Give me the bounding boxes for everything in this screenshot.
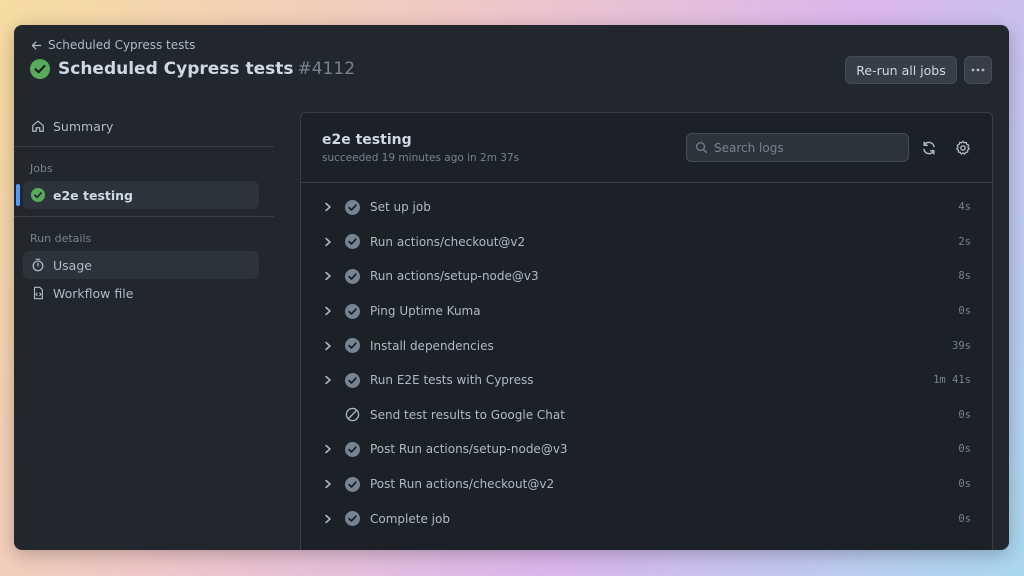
- sidebar-divider: [14, 216, 274, 217]
- chevron-right-icon[interactable]: [323, 444, 333, 454]
- job-status-text: succeeded 19 minutes ago in 2m 37s: [322, 152, 520, 164]
- job-log-panel: e2e testing succeeded 19 minutes ago in …: [300, 112, 993, 550]
- search-logs-input[interactable]: [714, 140, 894, 155]
- chevron-right-icon[interactable]: [323, 306, 333, 316]
- step-row[interactable]: Run actions/setup-node@v3 8s: [301, 259, 992, 294]
- step-name: Run E2E tests with Cypress: [370, 373, 534, 388]
- step-duration: 2s: [958, 235, 971, 248]
- step-name: Complete job: [370, 511, 450, 526]
- job-title: e2e testing: [322, 132, 412, 148]
- step-name: Install dependencies: [370, 338, 494, 353]
- step-name: Post Run actions/setup-node@v3: [370, 442, 568, 457]
- check-circle-icon: [345, 511, 360, 527]
- step-row: Send test results to Google Chat 0s: [301, 398, 992, 433]
- step-row[interactable]: Post Run actions/checkout@v2 0s: [301, 467, 992, 502]
- sidebar-item-workflow-file[interactable]: Workflow file: [23, 279, 259, 307]
- step-row[interactable]: Set up job 4s: [301, 190, 992, 225]
- more-options-button[interactable]: [964, 56, 992, 84]
- sidebar-item-usage[interactable]: Usage: [23, 251, 259, 279]
- chevron-right-icon[interactable]: [323, 271, 333, 281]
- check-circle-icon: [345, 199, 360, 215]
- workflow-run-window: Scheduled Cypress tests Scheduled Cypres…: [14, 25, 1009, 550]
- check-circle-icon: [345, 303, 360, 319]
- step-row[interactable]: Run actions/checkout@v2 2s: [301, 225, 992, 260]
- step-row[interactable]: Install dependencies 39s: [301, 328, 992, 363]
- step-duration: 1m 41s: [933, 374, 971, 387]
- chevron-right-icon[interactable]: [323, 237, 333, 247]
- chevron-right-icon[interactable]: [323, 514, 333, 524]
- sidebar-item-e2e-testing[interactable]: e2e testing: [23, 181, 259, 209]
- run-number: #4112: [297, 59, 356, 79]
- check-circle-icon: [30, 59, 50, 79]
- step-duration: 4s: [958, 201, 971, 214]
- step-duration: 39s: [952, 339, 971, 352]
- workflow-title: Scheduled Cypress tests #4112: [58, 59, 355, 79]
- sidebar-item-label: Summary: [53, 118, 114, 134]
- step-row[interactable]: Ping Uptime Kuma 0s: [301, 294, 992, 329]
- job-header: e2e testing succeeded 19 minutes ago in …: [301, 113, 992, 183]
- check-circle-icon: [345, 372, 360, 388]
- back-link-label: Scheduled Cypress tests: [48, 38, 196, 52]
- step-duration: 8s: [958, 270, 971, 283]
- step-duration: 0s: [958, 478, 971, 491]
- page-title: Scheduled Cypress tests #4112: [30, 59, 355, 79]
- search-icon: [696, 142, 708, 154]
- gear-icon[interactable]: [955, 140, 971, 156]
- step-duration: 0s: [958, 443, 971, 456]
- chevron-right-icon[interactable]: [323, 341, 333, 351]
- step-row[interactable]: Post Run actions/setup-node@v3 0s: [301, 432, 992, 467]
- workflow-name: Scheduled Cypress tests: [58, 59, 294, 79]
- step-duration: 0s: [958, 408, 971, 421]
- step-row[interactable]: Run E2E tests with Cypress 1m 41s: [301, 363, 992, 398]
- sidebar-divider: [14, 146, 274, 147]
- active-indicator: [16, 184, 20, 206]
- chevron-right-icon[interactable]: [323, 375, 333, 385]
- step-name: Post Run actions/checkout@v2: [370, 477, 555, 492]
- arrow-left-icon: [31, 40, 42, 50]
- chevron-right-icon[interactable]: [323, 202, 333, 212]
- refresh-icon[interactable]: [921, 140, 937, 156]
- step-name: Run actions/setup-node@v3: [370, 269, 539, 284]
- sidebar-item-label: Workflow file: [53, 285, 134, 301]
- check-circle-icon: [345, 441, 360, 457]
- back-link[interactable]: Scheduled Cypress tests: [31, 38, 195, 52]
- check-circle-icon: [31, 188, 45, 202]
- sidebar-item-label: e2e testing: [53, 187, 134, 203]
- check-circle-icon: [345, 476, 360, 492]
- step-duration: 0s: [958, 305, 971, 318]
- file-code-icon: [33, 286, 43, 300]
- check-circle-icon: [345, 234, 360, 250]
- kebab-horizontal-icon: [971, 68, 985, 72]
- check-circle-icon: [345, 268, 360, 284]
- step-name: Run actions/checkout@v2: [370, 234, 526, 249]
- steps-list: Set up job 4s Run actions/checkout@v2 2s Run…: [301, 190, 992, 536]
- step-name: Set up job: [370, 200, 431, 215]
- skip-icon: [345, 408, 360, 422]
- sidebar-item-summary[interactable]: Summary: [23, 112, 259, 140]
- rerun-all-jobs-button[interactable]: Re-run all jobs: [845, 56, 957, 84]
- step-name: Ping Uptime Kuma: [370, 304, 481, 319]
- check-circle-icon: [345, 338, 360, 354]
- stopwatch-icon: [32, 258, 44, 272]
- step-row[interactable]: Complete job 0s: [301, 501, 992, 536]
- step-name: Send test results to Google Chat: [370, 407, 565, 422]
- sidebar-item-label: Usage: [53, 257, 92, 273]
- search-logs[interactable]: [686, 133, 909, 162]
- home-icon: [32, 120, 44, 132]
- run-details-heading: Run details: [30, 232, 92, 245]
- step-duration: 0s: [958, 512, 971, 525]
- chevron-right-icon[interactable]: [323, 479, 333, 489]
- jobs-heading: Jobs: [30, 162, 53, 175]
